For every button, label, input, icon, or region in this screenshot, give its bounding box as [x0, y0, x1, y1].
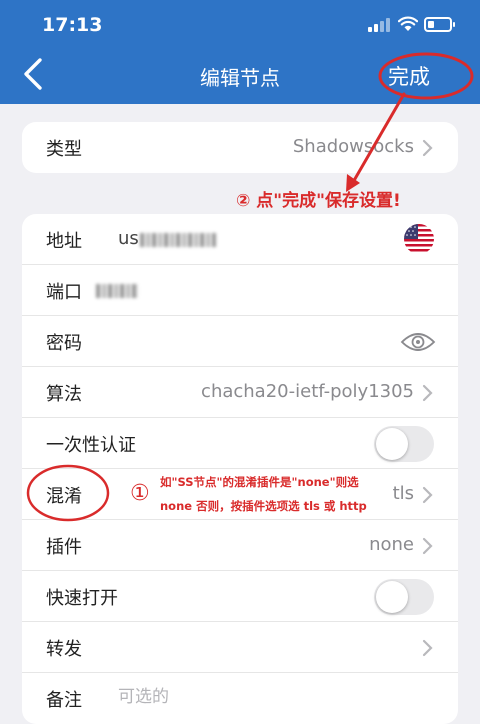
algorithm-label: 算法: [46, 384, 82, 405]
type-value: Shadowsocks: [292, 136, 414, 157]
toggle-knob: [376, 428, 408, 460]
annotation-obfs-line2: none 否则，按插件选项选 tls 或 http: [160, 499, 367, 513]
address-redacted: [140, 233, 216, 247]
settings-card: 地址 us 端口 密码 算法 chacha20-ietf-poly1305 一次…: [22, 214, 458, 724]
row-fast-open: 快速打开: [22, 571, 458, 622]
row-port[interactable]: 端口: [22, 265, 458, 316]
plugin-value: none: [369, 534, 414, 555]
obfs-label: 混淆: [46, 486, 82, 507]
us-flag-icon: [404, 224, 434, 254]
note-label: 备注: [46, 690, 82, 711]
port-redacted: [96, 284, 138, 298]
status-bar: 17:13: [0, 0, 480, 48]
address-prefix: us: [118, 228, 139, 249]
row-ota: 一次性认证: [22, 418, 458, 469]
row-note: 备注: [22, 673, 458, 724]
row-type[interactable]: 类型 Shadowsocks: [22, 122, 458, 173]
forward-label: 转发: [46, 639, 82, 660]
address-label: 地址: [46, 231, 82, 252]
chevron-right-icon: [422, 639, 433, 657]
annotation-save-hint: ② 点"完成"保存设置!: [236, 191, 401, 211]
app-header: 17:13 编辑节点 完成: [0, 0, 480, 104]
fast-open-label: 快速打开: [46, 588, 118, 609]
note-input[interactable]: [118, 687, 418, 707]
row-algorithm[interactable]: 算法 chacha20-ietf-poly1305: [22, 367, 458, 418]
wifi-icon: [398, 16, 418, 31]
chevron-right-icon: [422, 537, 433, 555]
annotation-obfs-line1: 如"SS节点"的混淆插件是"none"则选: [160, 475, 359, 489]
plugin-label: 插件: [46, 537, 82, 558]
annotation-marker-1: ①: [130, 481, 150, 506]
chevron-right-icon: [422, 486, 433, 504]
chevron-right-icon: [422, 139, 433, 157]
password-label: 密码: [46, 333, 82, 354]
type-card: 类型 Shadowsocks: [22, 122, 458, 173]
chevron-right-icon: [422, 384, 433, 402]
row-address[interactable]: 地址 us: [22, 214, 458, 265]
obfs-value: tls: [392, 483, 414, 504]
fast-open-toggle[interactable]: [374, 579, 434, 615]
status-time: 17:13: [42, 14, 103, 36]
type-label: 类型: [46, 139, 82, 160]
cellular-signal-icon: [368, 18, 392, 32]
ota-label: 一次性认证: [46, 435, 136, 456]
battery-icon: [424, 17, 455, 32]
row-forward[interactable]: 转发: [22, 622, 458, 673]
eye-icon[interactable]: [400, 330, 436, 354]
algorithm-value: chacha20-ietf-poly1305: [201, 381, 414, 402]
row-password[interactable]: 密码: [22, 316, 458, 367]
done-button[interactable]: 完成: [388, 61, 430, 91]
row-plugin[interactable]: 插件 none: [22, 520, 458, 571]
ota-toggle[interactable]: [374, 426, 434, 462]
nav-bar: 编辑节点 完成: [0, 50, 480, 100]
port-label: 端口: [46, 282, 82, 303]
toggle-knob: [376, 581, 408, 613]
